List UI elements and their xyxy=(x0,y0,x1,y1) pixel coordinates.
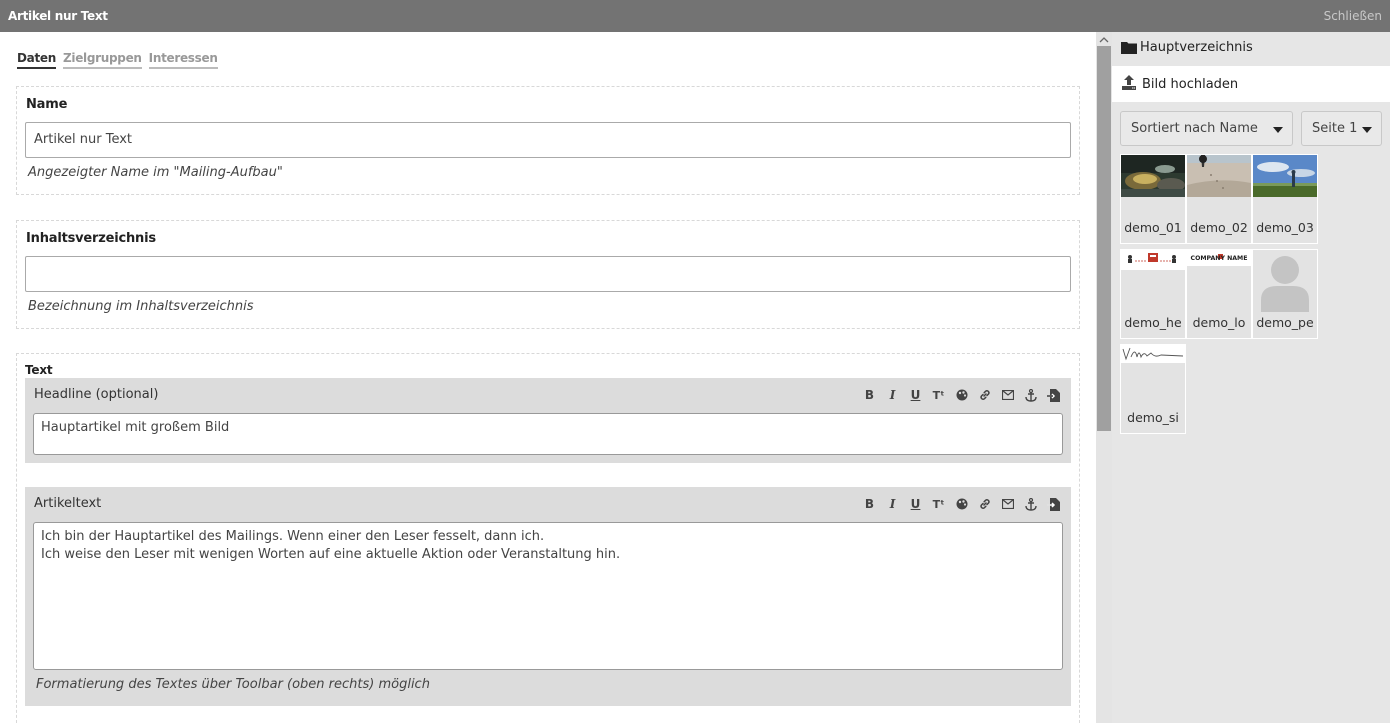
anchor-icon[interactable] xyxy=(1023,496,1038,512)
italic-icon[interactable]: I xyxy=(885,387,900,403)
toc-input[interactable] xyxy=(25,256,1071,292)
image-caption: demo_he xyxy=(1124,315,1182,330)
tab-interessen[interactable]: Interessen xyxy=(148,51,218,69)
link-icon[interactable] xyxy=(977,387,992,403)
body-hint: Formatierung des Textes über Toolbar (ob… xyxy=(36,677,430,692)
image-thumb-demo-lo[interactable]: COMPANY NAME demo_lo xyxy=(1186,249,1252,339)
palette-icon[interactable] xyxy=(954,387,969,403)
font-size-icon[interactable]: Tᵗ xyxy=(931,496,946,512)
body-editor: Artikeltext B I U Tᵗ Ich bin der Hauptar… xyxy=(25,487,1071,706)
anchor-icon[interactable] xyxy=(1023,387,1038,403)
image-caption: demo_si xyxy=(1127,410,1179,425)
bold-icon[interactable]: B xyxy=(862,496,877,512)
scrollbar-thumb[interactable] xyxy=(1097,46,1111,431)
upload-image-button[interactable]: Bild hochladen xyxy=(1112,66,1390,102)
image-thumb-demo-02[interactable]: demo_02 xyxy=(1186,154,1252,244)
body-line-1: Ich bin der Hauptartikel des Mailings. W… xyxy=(41,529,545,544)
palette-icon[interactable] xyxy=(954,496,969,512)
sort-select[interactable]: Sortiert nach Name xyxy=(1120,111,1293,146)
image-caption: demo_02 xyxy=(1190,220,1248,235)
bold-icon[interactable]: B xyxy=(862,387,877,403)
image-thumb-demo-01[interactable]: demo_01 xyxy=(1120,154,1186,244)
folder-label: Hauptverzeichnis xyxy=(1140,40,1253,55)
tab-bar: Daten Zielgruppen Interessen xyxy=(17,51,218,69)
headline-editor: Headline (optional) B I U Tᵗ Hauptartike… xyxy=(25,378,1071,463)
upload-label: Bild hochladen xyxy=(1142,77,1239,92)
scroll-up-icon[interactable] xyxy=(1099,36,1109,44)
name-input[interactable]: Artikel nur Text xyxy=(25,122,1071,158)
body-textarea[interactable]: Ich bin der Hauptartikel des Mailings. W… xyxy=(33,522,1063,670)
media-sidebar: Hauptverzeichnis Bild hochladen Sortiert… xyxy=(1112,32,1390,723)
image-preview-sky xyxy=(1253,155,1317,197)
insert-icon[interactable] xyxy=(1046,387,1061,403)
main-form: Daten Zielgruppen Interessen Name Artike… xyxy=(0,32,1096,723)
image-thumb-demo-si[interactable]: demo_si xyxy=(1120,344,1186,434)
tab-daten[interactable]: Daten xyxy=(17,51,56,69)
headline-toolbar: B I U Tᵗ xyxy=(862,387,1061,403)
envelope-icon[interactable] xyxy=(1000,387,1015,403)
page-select[interactable]: Seite 1 xyxy=(1301,111,1382,146)
folder-icon xyxy=(1121,42,1137,54)
link-icon[interactable] xyxy=(977,496,992,512)
tab-zielgruppen[interactable]: Zielgruppen xyxy=(62,51,142,69)
page-select-value: Seite 1 xyxy=(1312,121,1358,136)
image-preview-signature xyxy=(1121,345,1185,387)
name-section: Name Artikel nur Text Angezeigter Name i… xyxy=(16,86,1080,195)
image-caption: demo_03 xyxy=(1256,220,1314,235)
sort-select-value: Sortiert nach Name xyxy=(1131,121,1258,136)
upload-icon xyxy=(1122,75,1136,90)
italic-icon[interactable]: I xyxy=(885,496,900,512)
headline-input[interactable]: Hauptartikel mit großem Bild xyxy=(33,413,1063,455)
body-label: Artikeltext xyxy=(34,496,102,511)
image-caption: demo_lo xyxy=(1192,315,1246,330)
body-toolbar: B I U Tᵗ xyxy=(862,496,1061,512)
text-section: Text Headline (optional) B I U Tᵗ Haupta… xyxy=(16,353,1080,723)
title-bar: Artikel nur Text Schließen xyxy=(0,0,1390,32)
text-label: Text xyxy=(25,363,53,377)
window-title: Artikel nur Text xyxy=(8,9,108,23)
image-caption: demo_pe xyxy=(1256,315,1314,330)
folder-root[interactable]: Hauptverzeichnis xyxy=(1112,32,1390,66)
name-label: Name xyxy=(26,97,68,112)
insert-icon[interactable] xyxy=(1046,496,1061,512)
image-caption: demo_01 xyxy=(1124,220,1182,235)
name-hint: Angezeigter Name im "Mailing-Aufbau" xyxy=(28,165,283,180)
logo-text: COMPANY NAME xyxy=(1191,255,1248,262)
image-thumb-demo-pe[interactable]: demo_pe xyxy=(1252,249,1318,339)
chevron-down-icon xyxy=(1362,127,1372,133)
image-preview-beach xyxy=(1187,155,1251,197)
toc-label: Inhaltsverzeichnis xyxy=(26,231,156,246)
avatar-placeholder-icon xyxy=(1253,250,1317,312)
headline-label: Headline (optional) xyxy=(34,387,159,402)
font-size-icon[interactable]: Tᵗ xyxy=(931,387,946,403)
main-scrollbar[interactable] xyxy=(1096,32,1112,723)
close-button[interactable]: Schließen xyxy=(1324,9,1382,23)
envelope-icon[interactable] xyxy=(1000,496,1015,512)
toc-section: Inhaltsverzeichnis Bezeichnung im Inhalt… xyxy=(16,220,1080,329)
image-preview-header xyxy=(1121,250,1185,292)
image-thumb-demo-03[interactable]: demo_03 xyxy=(1252,154,1318,244)
body-line-2: Ich weise den Leser mit wenigen Worten a… xyxy=(41,547,621,562)
image-thumb-demo-he[interactable]: demo_he xyxy=(1120,249,1186,339)
image-preview-stones xyxy=(1121,155,1185,197)
image-preview-logo: COMPANY NAME xyxy=(1187,250,1251,292)
underline-icon[interactable]: U xyxy=(908,496,923,512)
underline-icon[interactable]: U xyxy=(908,387,923,403)
toc-hint: Bezeichnung im Inhaltsverzeichnis xyxy=(28,299,254,314)
chevron-down-icon xyxy=(1273,127,1283,133)
